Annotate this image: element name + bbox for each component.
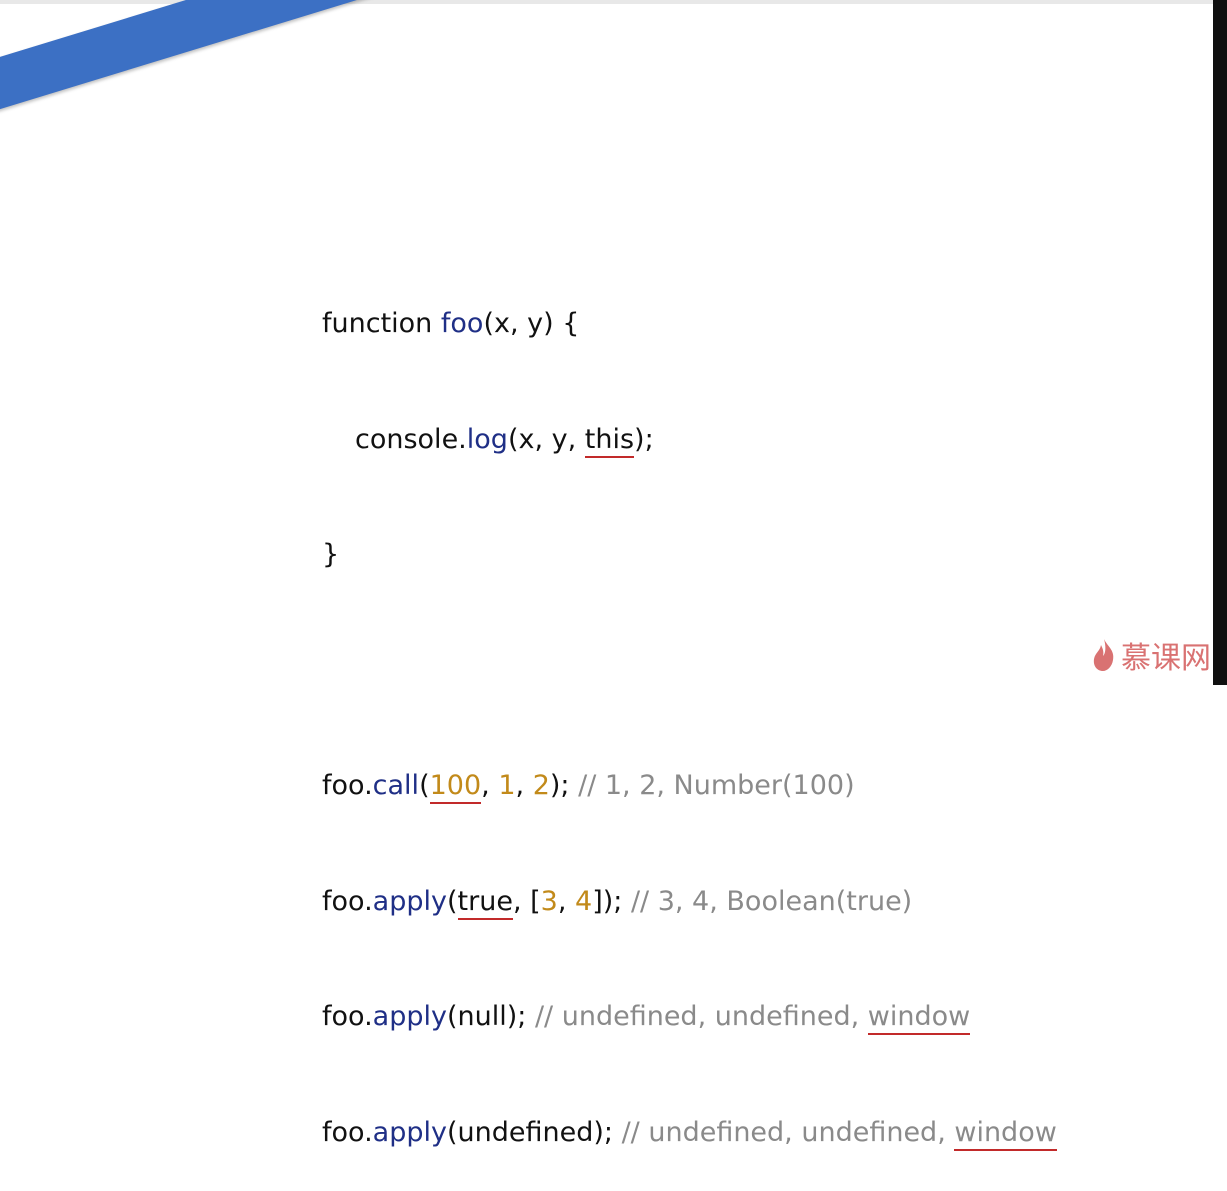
paren-close: ]); [592,885,631,917]
closing-brace: } [322,539,340,570]
paren-close: ); [549,770,579,801]
arg-true: true [457,885,513,920]
paren-open: ( [419,770,430,801]
code-block: function foo(x, y) { console.log(x, y, t… [322,228,1057,1191]
code-line-apply-null: foo.apply(null); // undefined, undefined… [322,998,1057,1037]
arg-3: 3 [540,885,558,917]
foo-object: foo. [322,770,373,801]
comment-apply-true: // 3, 4, Boolean(true) [630,885,913,917]
code-line-3: } [322,536,1057,575]
arg-1: 1 [498,770,516,801]
imooc-logo: 慕课网 [1091,633,1211,677]
log-end: ); [634,423,654,455]
right-frame-edge [1213,0,1227,685]
comma: , [515,770,533,801]
call-method: call [372,770,420,801]
foo-object: foo. [322,885,373,917]
flame-icon [1093,639,1114,671]
log-args: (x, y, [507,423,585,455]
arg-4: 4 [575,885,593,917]
params: (x, y) { [483,308,580,339]
code-line-1: function foo(x, y) { [322,305,1057,344]
apply-method: apply [372,1001,447,1032]
logo-text: 慕课网 [1121,641,1211,676]
comma: , [557,885,575,917]
window-null: window [867,1001,971,1035]
args-undefined: (undefined); [446,1116,622,1148]
comment-apply-undefined: // undefined, undefined, [621,1116,955,1148]
code-line-call: foo.call(100, 1, 2); // 1, 2, Number(100… [322,767,1057,806]
foo-object: foo. [322,1001,373,1032]
comment-apply-null: // undefined, undefined, [534,1001,868,1032]
function-name: foo [440,308,484,339]
paren-open: ( [446,885,458,917]
window-undefined: window [954,1116,1057,1151]
apply-method: apply [372,1116,447,1148]
arg-100: 100 [429,770,482,804]
comment-call: // 1, 2, Number(100) [578,770,855,801]
args-null: (null); [446,1001,535,1032]
console-object: console. [355,423,467,455]
code-line-apply-undefined: foo.apply(undefined); // undefined, unde… [322,1114,1057,1153]
apply-method: apply [372,885,447,917]
keyword-function: function [322,308,441,339]
comma: , [481,770,499,801]
foo-object: foo. [322,1116,373,1148]
this-keyword: this [584,423,635,458]
array-open: , [ [512,885,541,917]
code-line-2: console.log(x, y, this); [322,421,1057,460]
log-method: log [466,423,508,455]
code-line-apply-true: foo.apply(true, [3, 4]); // 3, 4, Boolea… [322,883,1057,922]
arg-2: 2 [532,770,550,801]
